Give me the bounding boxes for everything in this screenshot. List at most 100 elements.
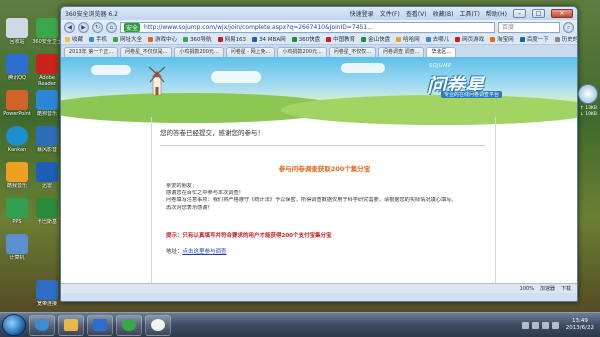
taskbar-app-explorer[interactable] bbox=[58, 314, 84, 336]
status-item[interactable]: 100% bbox=[520, 286, 534, 292]
desktop-icon-recycle-bin[interactable]: 回收站 bbox=[2, 18, 32, 51]
kankan-icon bbox=[6, 126, 28, 146]
favorite-item[interactable]: 哈哈网 bbox=[396, 35, 420, 43]
browser-360-icon bbox=[122, 319, 136, 331]
desktop-icon-adobe-reader[interactable]: Adobe Reader bbox=[32, 54, 62, 87]
browser-tab-active[interactable]: 华北区... bbox=[426, 47, 457, 57]
back-icon[interactable]: ◀ bbox=[64, 21, 75, 33]
menu-file[interactable]: 文件(F) bbox=[380, 9, 400, 18]
browser-tab[interactable]: 2013年 第一个正... bbox=[64, 47, 119, 57]
desktop-icon-kuwo[interactable]: 酷我音乐 bbox=[2, 162, 32, 195]
pdf-icon bbox=[36, 54, 58, 74]
home-icon[interactable]: ⌂ bbox=[106, 21, 117, 33]
desktop-icon-kankan[interactable]: Kankan bbox=[2, 126, 32, 159]
favorite-item[interactable]: 网址大全 bbox=[113, 35, 142, 43]
desktop-icon-360[interactable]: 360安全卫士 bbox=[32, 18, 62, 51]
status-item[interactable]: 加速器 bbox=[540, 285, 555, 292]
page-banner: SOJUMP 问卷星 专业的在线问卷调查平台 bbox=[61, 57, 577, 125]
favorite-item[interactable]: 网易163 bbox=[217, 35, 246, 43]
menu-favorites[interactable]: 收藏(B) bbox=[433, 9, 454, 18]
favorite-item[interactable]: 中国教育 bbox=[326, 35, 355, 43]
menu-bar: 快速登录 文件(F) 查看(V) 收藏(B) 工具(T) 帮助(H) – □ ✕ bbox=[350, 9, 573, 18]
desktop-icon-kaspersky[interactable]: 卡巴斯基 bbox=[32, 198, 62, 231]
favorite-item[interactable]: 收藏 bbox=[65, 35, 83, 43]
phone-icon bbox=[89, 36, 95, 42]
favorite-item[interactable]: 360导航 bbox=[183, 35, 212, 43]
favorite-item[interactable]: 百度一下 bbox=[519, 35, 549, 43]
favorite-item[interactable]: 手机 bbox=[89, 35, 107, 43]
minimize-button[interactable]: – bbox=[513, 9, 526, 18]
favorite-item[interactable]: 34 MBA网 bbox=[252, 35, 286, 43]
page-viewport: SOJUMP 问卷星 专业的在线问卷调查平台 您的答卷已经提交，感谢您的参与！ … bbox=[61, 57, 577, 293]
paragraph-line: 再次对您表示感谢！ bbox=[166, 204, 213, 211]
forward-icon[interactable]: ▶ bbox=[78, 21, 89, 33]
survey-address: 地址：点击这里参与调查 bbox=[166, 247, 227, 255]
tray-icon[interactable] bbox=[521, 321, 529, 329]
site-icon bbox=[183, 36, 189, 42]
title-bar[interactable]: 360安全浏览器 6.2 快速登录 文件(F) 查看(V) 收藏(B) 工具(T… bbox=[61, 7, 577, 20]
address-label: 地址： bbox=[166, 249, 183, 255]
favorite-item[interactable]: 金山快盘 bbox=[361, 35, 390, 43]
favorite-item[interactable]: 去哪儿 bbox=[425, 35, 449, 43]
start-button[interactable] bbox=[2, 314, 26, 336]
security-badge: 安全 bbox=[124, 22, 141, 32]
cloud-decoration bbox=[211, 71, 261, 83]
clock[interactable]: 13:49 2013/6/22 bbox=[566, 318, 594, 332]
survey-link[interactable]: 点击这里参与调查 bbox=[183, 249, 227, 255]
browser-tab[interactable]: 小鸡捐款200元... bbox=[174, 47, 224, 57]
network-icon[interactable] bbox=[551, 321, 559, 329]
site-icon bbox=[113, 36, 119, 42]
paragraph-line: 问卷填写注意事项：我们将严格遵守《统计法》予以保密，所得调查数据仅用于科学研究需… bbox=[166, 197, 457, 204]
browser-tab[interactable]: 小鸡捐款200元... bbox=[277, 47, 327, 57]
tray-icon[interactable] bbox=[531, 321, 539, 329]
search-input[interactable]: 百度 bbox=[498, 21, 560, 33]
status-item[interactable]: 下载 bbox=[561, 285, 571, 292]
favorite-item[interactable]: 360快盘 bbox=[291, 35, 320, 43]
taskbar-app-ie[interactable] bbox=[29, 314, 55, 336]
windmill-icon bbox=[148, 66, 166, 96]
media-icon bbox=[93, 319, 107, 331]
status-bar: 100% 加速器 下载 bbox=[61, 283, 577, 293]
cloud-icon bbox=[291, 36, 297, 42]
browser-tab[interactable]: 问卷调查 调查... bbox=[378, 47, 425, 57]
search-icon[interactable]: ⌕ bbox=[563, 21, 574, 33]
browser-tab[interactable]: 问卷星 - 网上免... bbox=[225, 47, 276, 57]
site-icon bbox=[425, 36, 431, 42]
desktop-icon-broadband[interactable]: 宽带连接 bbox=[32, 280, 62, 313]
url-text[interactable]: http://www.sojump.com/wjx/join/complete.… bbox=[144, 24, 491, 31]
desktop-icon-xunlei[interactable]: 迅雷 bbox=[32, 162, 62, 195]
maximize-button[interactable]: □ bbox=[532, 9, 545, 18]
favorite-item[interactable]: 历史的风 bbox=[554, 35, 577, 43]
taskbar-app-360[interactable] bbox=[116, 314, 142, 336]
favorite-item[interactable]: 游戏中心 bbox=[148, 35, 177, 43]
favorite-item[interactable]: 淘宝网 bbox=[490, 35, 514, 43]
browser-tab[interactable]: 问卷星_不仅仅... bbox=[328, 47, 377, 57]
qq-icon bbox=[6, 54, 28, 74]
taskbar-app-qq[interactable] bbox=[145, 314, 171, 336]
menu-view[interactable]: 查看(V) bbox=[406, 9, 427, 18]
browser-tab[interactable]: 问卷星_不仅仅是... bbox=[120, 47, 173, 57]
desktop-icon-kugou[interactable]: 酷狗音乐 bbox=[32, 90, 62, 123]
promo-title: 参与问卷调查获取200个集分宝 bbox=[278, 165, 371, 173]
network-icon bbox=[36, 280, 58, 300]
desktop-icon-baofeng[interactable]: 暴风影音 bbox=[32, 126, 62, 159]
desktop-icon-qq[interactable]: 腾讯QQ bbox=[2, 54, 32, 87]
navigation-bar: ◀ ▶ ↻ ⌂ 安全 http://www.sojump.com/wjx/joi… bbox=[61, 20, 577, 34]
folder-icon bbox=[64, 319, 78, 331]
site-icon bbox=[326, 36, 332, 42]
logo-subtitle: SOJUMP bbox=[429, 63, 452, 69]
desktop-icon-pps[interactable]: PPS bbox=[2, 198, 32, 231]
menu-help[interactable]: 帮助(H) bbox=[486, 9, 507, 18]
menu-tools[interactable]: 工具(T) bbox=[459, 9, 479, 18]
game-icon bbox=[148, 36, 154, 42]
menu-login[interactable]: 快速登录 bbox=[350, 9, 374, 18]
taskbar-app-media[interactable] bbox=[87, 314, 113, 336]
desktop-icon-powerpoint[interactable]: PowerPoint bbox=[2, 90, 32, 123]
desktop-icon-computer[interactable]: 计算机 bbox=[2, 234, 32, 267]
refresh-icon[interactable]: ↻ bbox=[92, 21, 103, 33]
network-meter-icon[interactable] bbox=[578, 84, 598, 104]
favorite-item[interactable]: 网页游戏 bbox=[455, 35, 484, 43]
volume-icon[interactable] bbox=[541, 321, 549, 329]
close-button[interactable]: ✕ bbox=[551, 9, 573, 18]
address-bar[interactable]: 安全 http://www.sojump.com/wjx/join/comple… bbox=[120, 21, 495, 33]
